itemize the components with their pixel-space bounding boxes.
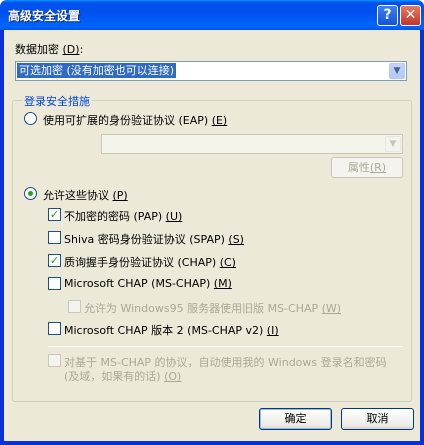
legacy-ms-chap-checkbox[interactable] bbox=[68, 300, 81, 313]
radio-selected-dot bbox=[28, 191, 33, 196]
chap-label: 质询握手身份验证协议 (CHAP) (C) bbox=[64, 256, 236, 269]
eap-radio-label: 使用可扩展的身份验证协议 (EAP) (E) bbox=[43, 114, 228, 127]
chevron-down-icon[interactable]: ▼ bbox=[389, 63, 405, 79]
encryption-label: 数据加密 (D): bbox=[15, 43, 84, 56]
allow-protocols-radio[interactable] bbox=[24, 187, 37, 200]
eap-radio[interactable] bbox=[24, 112, 37, 125]
window-title: 高级安全设置 bbox=[8, 9, 81, 23]
logon-security-group-title: 登录安全措施 bbox=[22, 93, 92, 109]
help-button[interactable]: ? bbox=[377, 5, 398, 26]
dialog-window: 高级安全设置 ? ✕ 数据加密 (D): 可选加密 (没有加密也可以连接) ▼ … bbox=[0, 0, 424, 445]
auto-logon-checkbox[interactable] bbox=[48, 354, 61, 367]
pap-checkbox[interactable]: ✓ bbox=[48, 208, 61, 221]
chap-checkbox[interactable]: ✓ bbox=[48, 254, 61, 267]
auto-logon-label-line2: (及域，如果有的话) (O) bbox=[64, 370, 182, 383]
allow-protocols-label: 允许这些协议 (P) bbox=[43, 189, 128, 202]
eap-type-select[interactable]: ▼ bbox=[101, 134, 403, 154]
close-button[interactable]: ✕ bbox=[400, 5, 421, 26]
ms-chap-label: Microsoft CHAP (MS-CHAP) (M) bbox=[64, 277, 232, 290]
spap-label: Shiva 密码身份验证协议 (SPAP) (S) bbox=[64, 233, 244, 246]
chevron-down-icon[interactable]: ▼ bbox=[385, 136, 401, 152]
encryption-select-value: 可选加密 (没有加密也可以连接) bbox=[17, 63, 177, 78]
ms-chap-checkbox[interactable] bbox=[48, 277, 61, 290]
title-bar[interactable]: 高级安全设置 ? ✕ bbox=[0, 0, 424, 30]
spap-checkbox[interactable] bbox=[48, 231, 61, 244]
ms-chap-v2-checkbox[interactable] bbox=[48, 322, 61, 335]
group-divider bbox=[48, 346, 403, 347]
dialog-body: 数据加密 (D): 可选加密 (没有加密也可以连接) ▼ 登录安全措施 使用可扩… bbox=[4, 30, 420, 441]
cancel-button[interactable]: 取消 bbox=[341, 408, 414, 430]
legacy-ms-chap-label: 允许为 Windows95 服务器使用旧版 MS-CHAP (W) bbox=[84, 302, 342, 315]
eap-properties-button[interactable]: 属性(R) bbox=[331, 157, 403, 178]
encryption-select[interactable]: 可选加密 (没有加密也可以连接) ▼ bbox=[15, 61, 407, 81]
ms-chap-v2-label: Microsoft CHAP 版本 2 (MS-CHAP v2) (I) bbox=[64, 324, 279, 337]
ok-button[interactable]: 确定 bbox=[259, 408, 332, 430]
pap-label: 不加密的密码 (PAP) (U) bbox=[64, 210, 183, 223]
